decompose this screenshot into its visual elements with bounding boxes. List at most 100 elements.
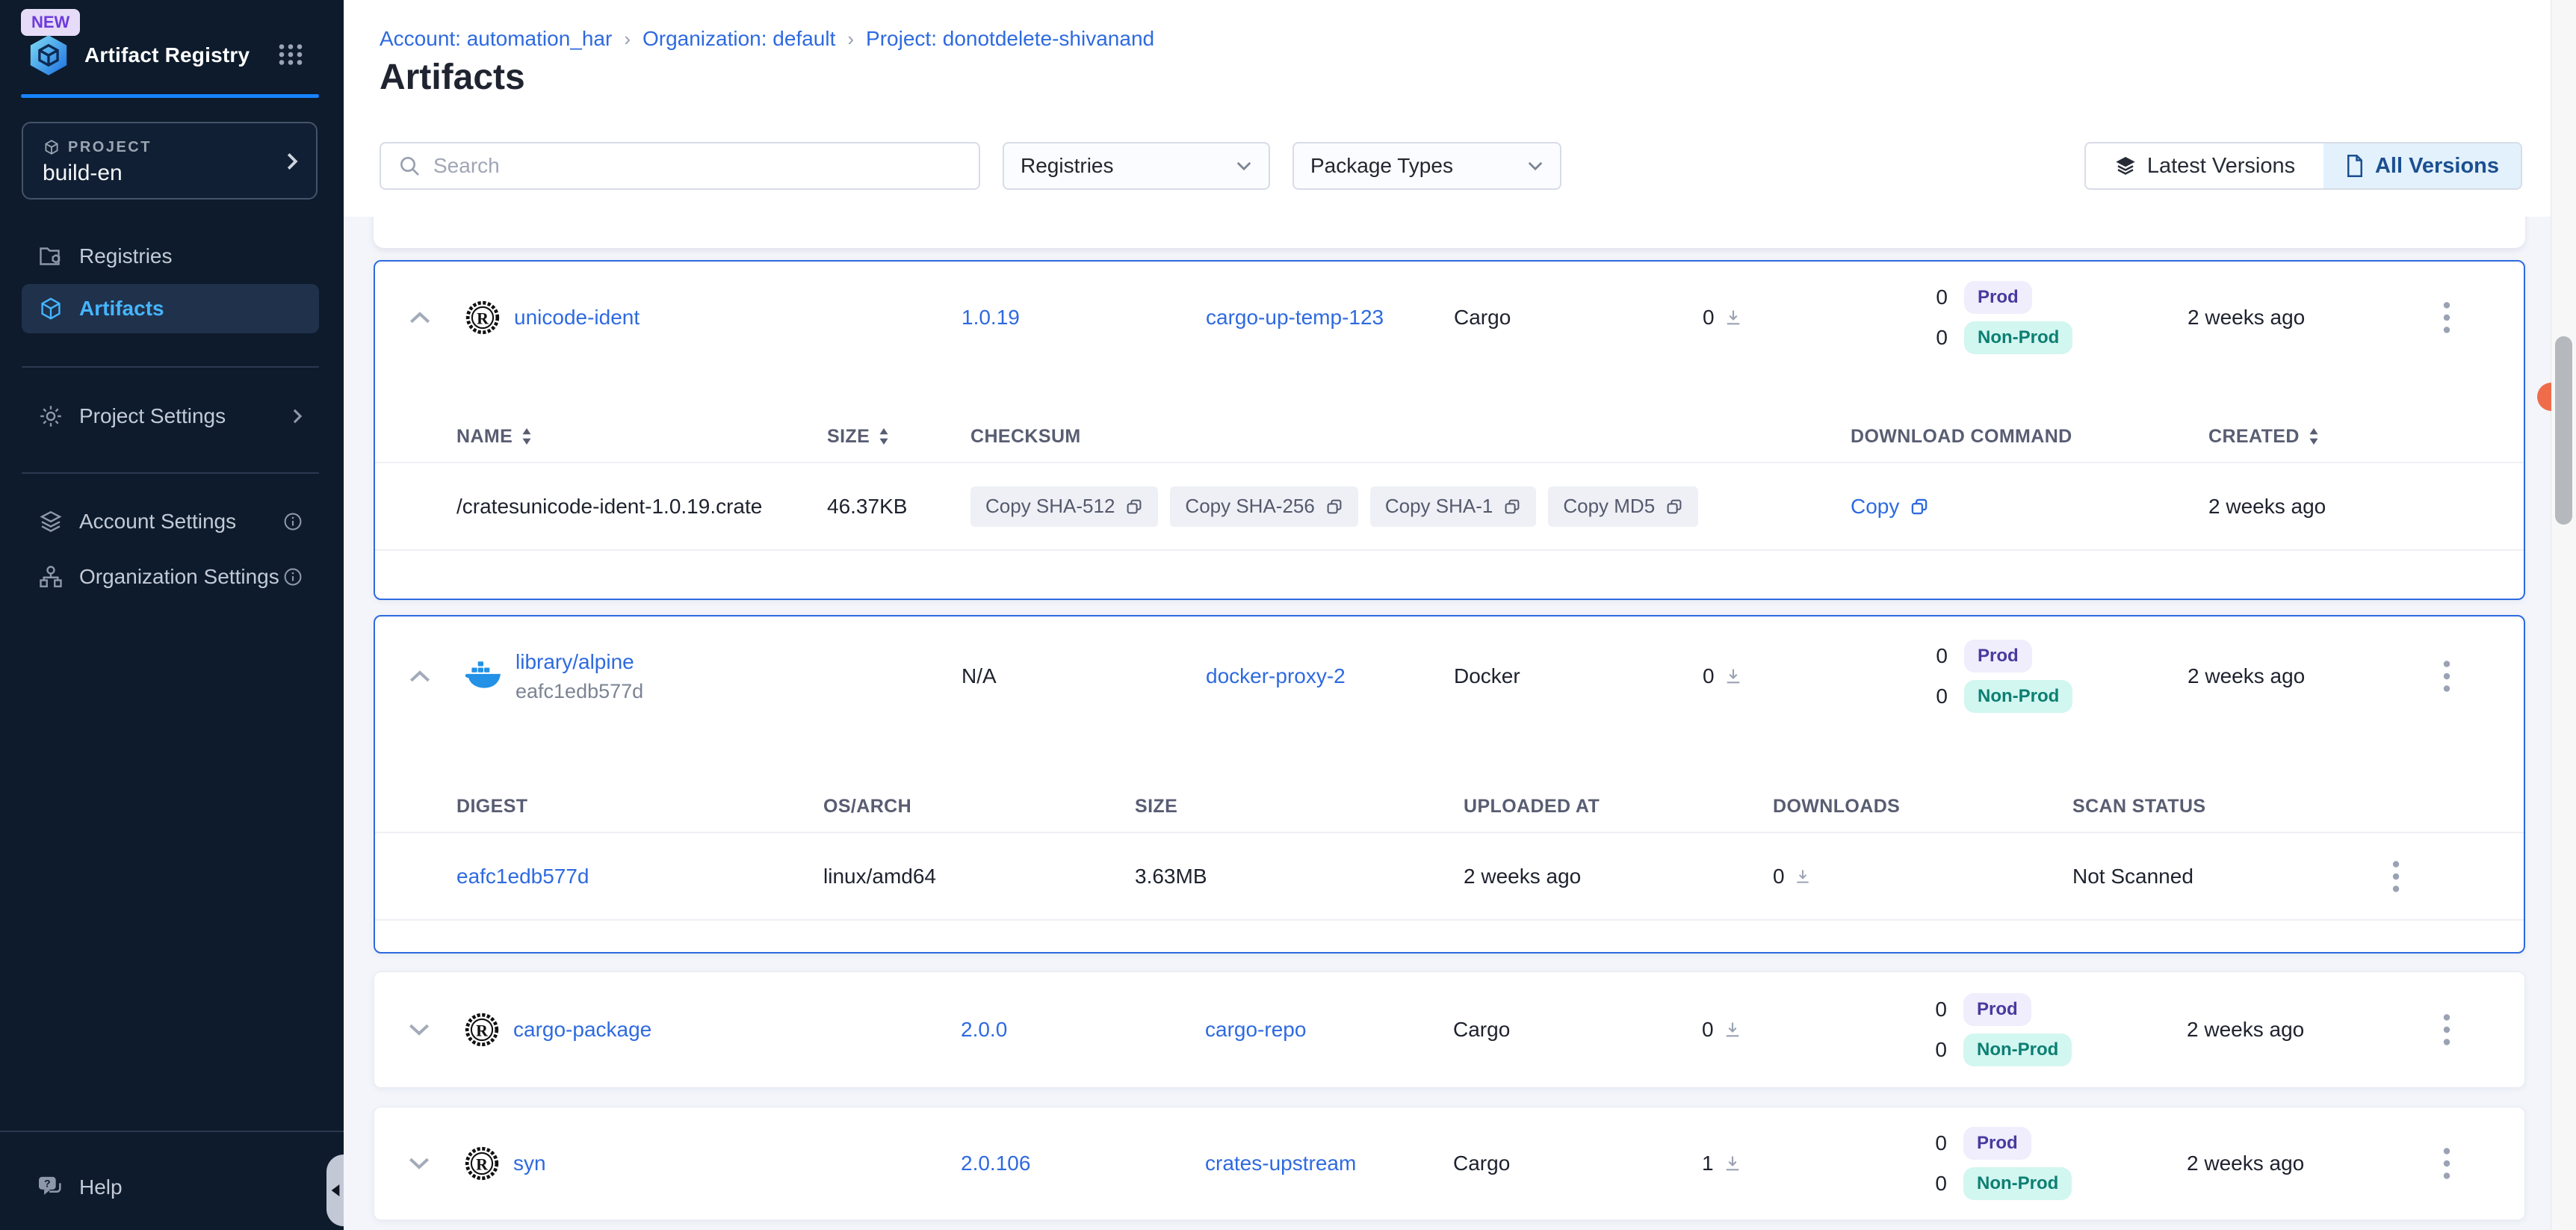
artifact-row: R cargo-package 2.0.0 cargo-repo Cargo 0… xyxy=(374,972,2524,1087)
latest-versions-button[interactable]: Latest Versions xyxy=(2086,143,2323,188)
digest-link[interactable]: eafc1edb577d xyxy=(456,865,589,888)
download-icon xyxy=(1724,667,1743,686)
download-icon xyxy=(1724,308,1743,327)
deployments-cell: 0 Prod 0 Non-Prod xyxy=(1869,277,2168,358)
prod-badge: Prod xyxy=(1964,640,2032,673)
registries-icon xyxy=(37,243,66,270)
column-header-name[interactable]: NAME xyxy=(375,426,823,448)
brand: Artifact Registry xyxy=(25,34,250,76)
prod-count: 0 xyxy=(1868,998,1947,1022)
sidebar-item-organization-settings[interactable]: Organization Settings xyxy=(22,552,319,602)
package-types-dropdown[interactable]: Package Types xyxy=(1292,142,1561,190)
copy-sha512-button[interactable]: Copy SHA-512 xyxy=(970,486,1158,527)
kebab-menu-icon[interactable] xyxy=(2369,1148,2524,1179)
svg-text:?: ? xyxy=(44,1178,51,1190)
sidebar-divider xyxy=(0,1131,344,1132)
sidebar-item-help[interactable]: ? Help xyxy=(22,1163,319,1212)
artifact-type: Cargo xyxy=(1450,1152,1697,1175)
artifact-row: library/alpine eafc1edb577d N/A docker-p… xyxy=(375,616,2524,736)
sidebar-collapse-handle[interactable] xyxy=(326,1155,344,1226)
kebab-menu-icon[interactable] xyxy=(2377,861,2524,892)
artifact-registry-logo-icon xyxy=(25,34,72,76)
kebab-menu-icon[interactable] xyxy=(2370,302,2524,333)
column-header-digest: DIGEST xyxy=(375,796,823,818)
artifact-name-link[interactable]: library/alpine xyxy=(515,650,643,674)
download-count: 0 xyxy=(1703,664,1715,688)
artifact-name-link[interactable]: unicode-ident xyxy=(514,306,640,330)
prod-badge: Prod xyxy=(1963,993,2031,1026)
copy-download-command-button[interactable]: Copy xyxy=(1851,495,1929,519)
updated-time: 2 weeks ago xyxy=(2168,664,2370,688)
expand-row-button[interactable] xyxy=(374,1023,464,1036)
artifact-card-unicode-ident: R unicode-ident 1.0.19 cargo-up-temp-123… xyxy=(374,260,2525,600)
kebab-menu-icon[interactable] xyxy=(2369,1014,2524,1045)
artifact-version-link[interactable]: 2.0.106 xyxy=(961,1152,1030,1175)
artifact-card-syn: R syn 2.0.106 crates-upstream Cargo 1 0 … xyxy=(374,1107,2525,1220)
search-input[interactable] xyxy=(433,154,962,178)
sidebar-item-label: Organization Settings xyxy=(79,565,283,589)
copy-md5-button[interactable]: Copy MD5 xyxy=(1548,486,1698,527)
nonprod-badge: Non-Prod xyxy=(1964,321,2072,354)
artifact-type: Cargo xyxy=(1450,1018,1697,1042)
updated-time: 2 weeks ago xyxy=(2167,1152,2369,1175)
nonprod-count: 0 xyxy=(1868,1172,1947,1196)
rust-crate-icon: R xyxy=(464,1146,500,1181)
scrollbar-track[interactable] xyxy=(2551,0,2576,1230)
artifact-registry-link[interactable]: docker-proxy-2 xyxy=(1206,664,1346,687)
artifact-version-link[interactable]: 1.0.19 xyxy=(962,306,1020,329)
column-header-uploaded-at: UPLOADED AT xyxy=(1464,796,1773,818)
module-grid-icon[interactable] xyxy=(277,43,304,66)
project-selector[interactable]: PROJECT build-en xyxy=(22,122,318,200)
file-row: /cratesunicode-ident-1.0.19.crate 46.37K… xyxy=(375,463,2524,551)
artifact-registry-link[interactable]: cargo-repo xyxy=(1205,1018,1306,1041)
kebab-menu-icon[interactable] xyxy=(2370,661,2524,692)
app-title: Artifact Registry xyxy=(84,43,250,67)
prod-count: 0 xyxy=(1869,285,1948,309)
scrollbar-thumb[interactable] xyxy=(2555,336,2572,525)
page-title: Artifacts xyxy=(380,57,525,98)
expand-row-button[interactable] xyxy=(374,1157,464,1170)
nonprod-count: 0 xyxy=(1868,1038,1947,1062)
sidebar-item-label: Project Settings xyxy=(79,404,292,428)
registries-dropdown[interactable]: Registries xyxy=(1003,142,1270,190)
latest-versions-label: Latest Versions xyxy=(2147,154,2295,179)
column-header-size[interactable]: SIZE xyxy=(823,426,965,448)
svg-text:R: R xyxy=(477,309,489,327)
copy-sha256-button[interactable]: Copy SHA-256 xyxy=(1170,486,1357,527)
download-count: 0 xyxy=(1702,1018,1714,1042)
artifact-registry-link[interactable]: cargo-up-temp-123 xyxy=(1206,306,1384,329)
artifact-version-link[interactable]: 2.0.0 xyxy=(961,1018,1007,1041)
svg-text:R: R xyxy=(476,1021,489,1039)
sidebar-item-artifacts[interactable]: Artifacts xyxy=(22,284,319,333)
manifest-download-count: 0 xyxy=(1773,865,1785,888)
chevron-down-icon xyxy=(1236,161,1252,171)
info-icon[interactable] xyxy=(283,512,303,531)
breadcrumb-account-link[interactable]: Account: automation_har xyxy=(380,27,612,51)
layers-gear-icon xyxy=(37,508,66,535)
feedback-marker[interactable] xyxy=(2537,383,2551,411)
sidebar-item-registries[interactable]: Registries xyxy=(22,232,319,281)
project-cube-icon xyxy=(43,138,61,156)
breadcrumb: Account: automation_har › Organization: … xyxy=(380,27,1154,51)
sort-icon xyxy=(879,428,889,445)
artifact-name-link[interactable]: cargo-package xyxy=(513,1018,651,1042)
manifest-uploaded-at: 2 weeks ago xyxy=(1464,865,1773,888)
project-label: PROJECT xyxy=(68,139,152,156)
all-versions-button[interactable]: All Versions xyxy=(2323,143,2521,188)
copy-sha1-button[interactable]: Copy SHA-1 xyxy=(1370,486,1537,527)
info-icon[interactable] xyxy=(283,567,303,587)
file-size: 46.37KB xyxy=(823,495,965,519)
column-header-created[interactable]: CREATED xyxy=(2168,426,2524,448)
sidebar-item-account-settings[interactable]: Account Settings xyxy=(22,497,319,546)
artifact-registry-link[interactable]: crates-upstream xyxy=(1205,1152,1356,1175)
column-header-scan-status: SCAN STATUS xyxy=(2072,796,2377,818)
page-header: Account: automation_har › Organization: … xyxy=(344,0,2576,217)
column-header-checksum: CHECKSUM xyxy=(965,426,1851,448)
breadcrumb-project-link[interactable]: Project: donotdelete-shivanand xyxy=(866,27,1154,51)
sidebar-item-project-settings[interactable]: Project Settings xyxy=(22,392,319,441)
artifact-name-link[interactable]: syn xyxy=(513,1152,546,1175)
prod-badge: Prod xyxy=(1964,281,2032,314)
collapse-row-button[interactable] xyxy=(375,311,465,324)
breadcrumb-organization-link[interactable]: Organization: default xyxy=(643,27,835,51)
collapse-row-button[interactable] xyxy=(375,670,465,683)
